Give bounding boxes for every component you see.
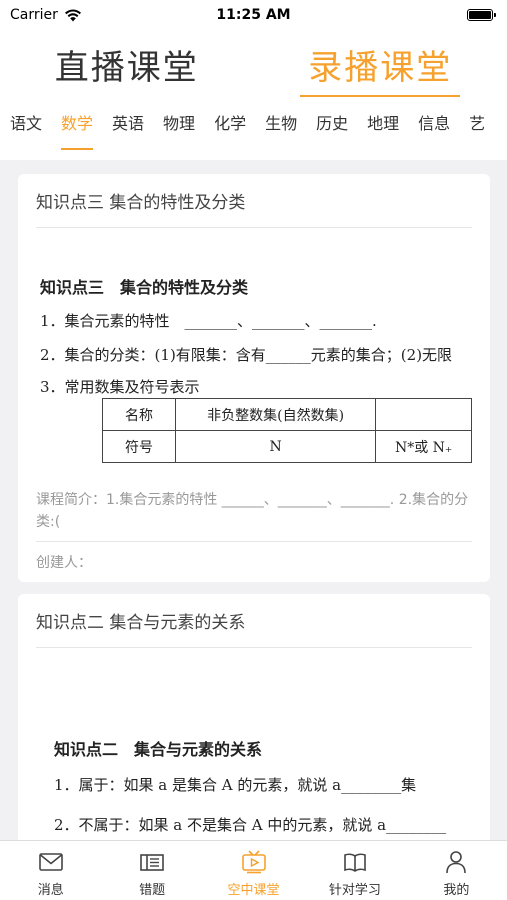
table-cell: N — [174, 430, 377, 463]
preview-heading: 知识点三 集合的特性及分类 — [40, 278, 249, 297]
preview-heading: 知识点二 集合与元素的关系 — [54, 740, 263, 759]
book-icon — [344, 853, 366, 872]
course-description: 课程简介：1.集合元素的特性 ______、_______、_______. 2… — [36, 483, 472, 542]
table-cell: N*或 N₊ — [375, 430, 472, 463]
tab-messages[interactable]: 消息 — [0, 841, 101, 900]
battery-icon — [467, 9, 496, 21]
preview-table: 名称 非负整数集(自然数集) 符号 N N*或 N₊ — [102, 398, 472, 463]
course-card[interactable]: 知识点二 集合与元素的关系 知识点二 集合与元素的关系 1．属于：如果 a 是集… — [18, 594, 490, 840]
segment-recorded[interactable]: 录播课堂 — [300, 36, 461, 97]
tab-label: 我的 — [443, 883, 470, 898]
wifi-icon — [64, 8, 81, 21]
tab-label: 错题 — [139, 883, 166, 898]
subject-tab[interactable]: 语文 — [10, 110, 42, 150]
subject-tab[interactable]: 英语 — [112, 110, 144, 150]
preview-line: 1．集合元素的特性 _______、_______、_______. — [40, 312, 377, 330]
course-preview-image[interactable]: 知识点三 集合的特性及分类 1．集合元素的特性 _______、_______、… — [36, 228, 472, 483]
subject-tab[interactable]: 地理 — [367, 110, 399, 150]
tab-mine[interactable]: 我的 — [406, 841, 507, 900]
description-label: 课程简介： — [36, 492, 106, 508]
subject-tab[interactable]: 数学 — [61, 110, 94, 150]
table-cell — [375, 398, 472, 431]
wrong-questions-icon — [140, 854, 164, 871]
table-cell: 名称 — [102, 398, 176, 431]
subject-tab[interactable]: 历史 — [316, 110, 348, 150]
tab-targeted-learning[interactable]: 针对学习 — [304, 841, 405, 900]
status-bar: Carrier 11:25 AM — [0, 0, 507, 30]
course-card-title[interactable]: 知识点二 集合与元素的关系 — [36, 594, 472, 648]
segment-live[interactable]: 直播课堂 — [47, 36, 207, 95]
subject-tab[interactable]: 化学 — [214, 110, 246, 150]
course-preview-image[interactable]: 知识点二 集合与元素的关系 1．属于：如果 a 是集合 A 的元素，就说 a__… — [36, 648, 472, 840]
battery-fill — [469, 11, 491, 19]
tab-air-classroom[interactable]: 空中课堂 — [203, 841, 304, 900]
table-cell: 符号 — [102, 430, 176, 463]
subject-tab[interactable]: 物理 — [163, 110, 195, 150]
person-icon — [446, 851, 467, 874]
subject-tab[interactable]: 信息 — [418, 110, 450, 150]
message-icon — [38, 853, 63, 871]
preview-line: 2．不属于：如果 a 不是集合 A 中的元素，就说 a________ — [54, 816, 447, 834]
table-cell: 非负整数集(自然数集) — [174, 398, 377, 431]
class-type-switch: 直播课堂 录播课堂 — [0, 36, 507, 97]
tab-label: 空中课堂 — [227, 883, 280, 898]
tab-wrong-questions[interactable]: 错题 — [101, 841, 202, 900]
carrier-label: Carrier — [10, 7, 58, 23]
subject-tab[interactable]: 艺 — [469, 110, 485, 150]
preview-line: 1．属于：如果 a 是集合 A 的元素，就说 a________集 — [54, 776, 417, 794]
preview-line: 3．常用数集及符号表示 — [40, 378, 200, 396]
course-creator: 创建人： — [36, 555, 92, 571]
course-card-title[interactable]: 知识点三 集合的特性及分类 — [36, 174, 472, 228]
tv-icon — [241, 850, 266, 874]
preview-line: 2．集合的分类：(1)有限集：含有______元素的集合；(2)无限 — [40, 346, 453, 364]
tab-label: 消息 — [37, 883, 64, 898]
bottom-tab-bar: 消息 错题 空中课堂 针对学习 我的 — [0, 840, 507, 900]
status-left: Carrier — [10, 7, 82, 23]
subject-tabs: 语文 数学 英语 物理 化学 生物 历史 地理 信息 艺 — [0, 110, 507, 150]
subject-tab[interactable]: 生物 — [265, 110, 297, 150]
tab-label: 针对学习 — [328, 883, 381, 898]
course-card[interactable]: 知识点三 集合的特性及分类 知识点三 集合的特性及分类 1．集合元素的特性 __… — [18, 174, 490, 582]
course-list[interactable]: 知识点三 集合的特性及分类 知识点三 集合的特性及分类 1．集合元素的特性 __… — [0, 160, 507, 840]
